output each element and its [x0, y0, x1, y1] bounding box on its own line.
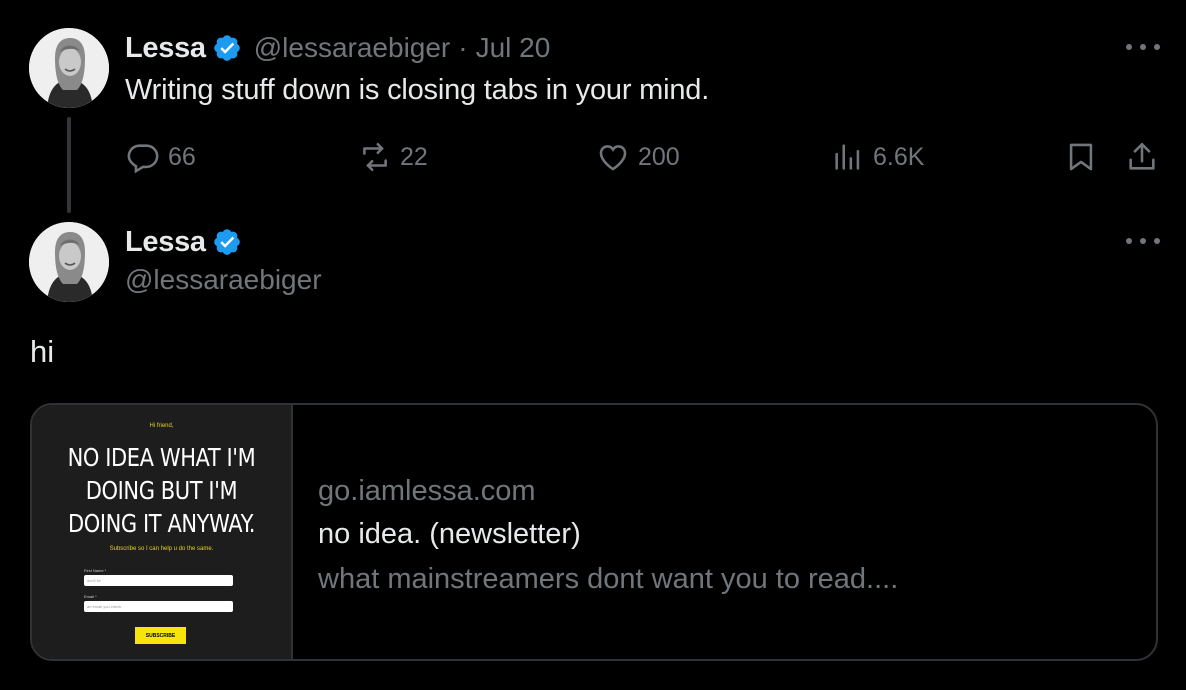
thumb-subline: Subscribe so I can help u do the same.: [109, 546, 214, 552]
verified-badge-icon[interactable]: [212, 33, 242, 63]
views-count: 6.6K: [873, 142, 925, 171]
thumb-email-field: an email you check: [84, 601, 233, 612]
tweet1-header: Lessa @lessaraebiger · Jul 20: [125, 28, 550, 68]
views-chart-icon: [831, 140, 865, 174]
thumb-headline-line: DOING IT ANYWAY.: [67, 509, 256, 538]
thumb-headline-line: NO IDEA WHAT I'M: [67, 443, 256, 472]
share-icon: [1125, 140, 1159, 174]
tweet1-text: Writing stuff down is closing tabs in yo…: [125, 74, 710, 106]
tweet2-author-name[interactable]: Lessa: [125, 226, 206, 259]
tweet1-date[interactable]: Jul 20: [476, 32, 551, 64]
thumb-headline: NO IDEA WHAT I'M DOING BUT I'M DOING IT …: [53, 441, 271, 540]
tweet1-separator: ·: [458, 32, 468, 63]
reply-button[interactable]: 66: [126, 138, 196, 176]
thumb-subscribe-button: SUBSCRIBE: [135, 627, 186, 644]
tweet1-avatar[interactable]: [29, 28, 109, 108]
retweet-button[interactable]: 22: [358, 138, 428, 176]
share-button[interactable]: [1125, 138, 1159, 176]
bookmark-button[interactable]: [1064, 138, 1098, 176]
views-button[interactable]: 6.6K: [831, 138, 924, 176]
retweet-icon: [358, 140, 392, 174]
thumb-email-label: Email *: [84, 594, 97, 599]
tweet-thread: Lessa @lessaraebiger · Jul 20 Writing st…: [0, 0, 1186, 690]
card-thumbnail[interactable]: Hi friend, NO IDEA WHAT I'M DOING BUT I'…: [32, 405, 293, 659]
tweet1-more-options-icon[interactable]: [1126, 41, 1160, 53]
thumb-first-name-field: don't lie: [84, 575, 233, 586]
tweet2-header: Lessa: [125, 222, 242, 262]
thumb-headline-line: DOING BUT I'M: [85, 476, 238, 505]
tweet1-handle[interactable]: @lessaraebiger: [254, 32, 451, 64]
thumb-first-name-label: First Name *: [84, 568, 107, 573]
like-count: 200: [638, 142, 680, 171]
heart-icon: [596, 140, 630, 174]
reply-count: 66: [168, 142, 196, 171]
tweet2-handle[interactable]: @lessaraebiger: [125, 264, 322, 296]
card-title: no idea. (newsletter): [318, 518, 581, 550]
thread-connector-line: [67, 117, 71, 213]
card-domain: go.iamlessa.com: [318, 475, 536, 507]
tweet2-more-options-icon[interactable]: [1126, 235, 1160, 247]
tweet2-text: hi: [30, 334, 55, 369]
retweet-count: 22: [400, 142, 428, 171]
card-meta[interactable]: go.iamlessa.com no idea. (newsletter) wh…: [293, 405, 1156, 659]
like-button[interactable]: 200: [596, 138, 680, 176]
thumb-greeting: Hi friend,: [149, 423, 174, 429]
card-description: what mainstreamers dont want you to read…: [318, 563, 899, 595]
link-preview-card[interactable]: Hi friend, NO IDEA WHAT I'M DOING BUT I'…: [30, 403, 1158, 661]
bookmark-icon: [1064, 140, 1098, 174]
tweet2-avatar[interactable]: [29, 222, 109, 302]
reply-icon: [126, 140, 160, 174]
tweet1-author-name[interactable]: Lessa: [125, 32, 206, 65]
verified-badge-icon[interactable]: [212, 227, 242, 257]
